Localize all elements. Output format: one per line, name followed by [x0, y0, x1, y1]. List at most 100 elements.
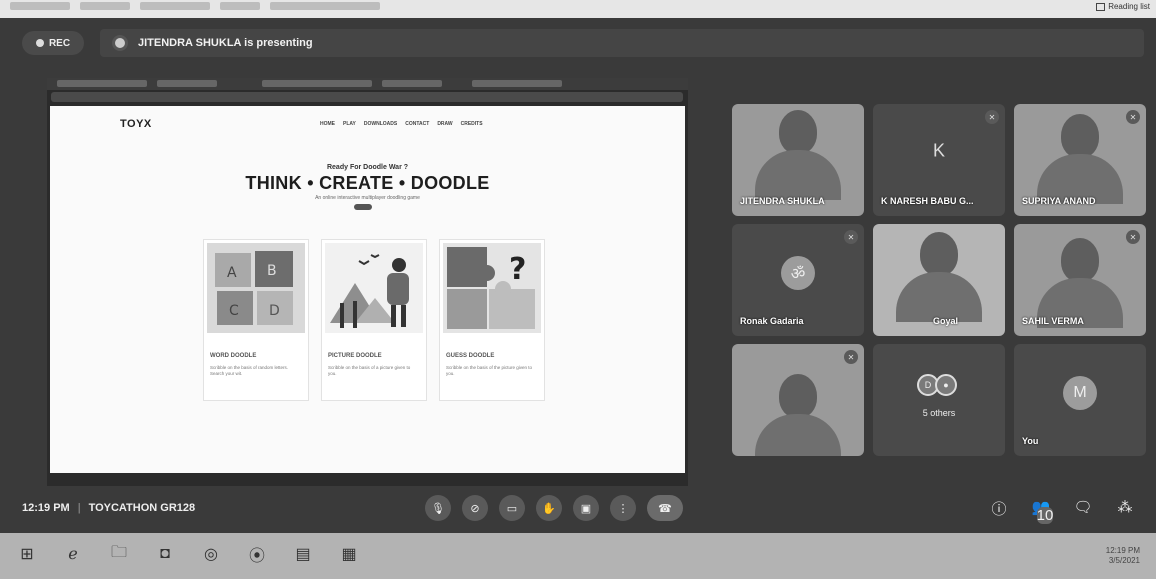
- file-explorer-icon[interactable]: 🗀: [106, 541, 132, 567]
- meeting-area: REC JITENDRA SHUKLA is presenting TOYX H…: [0, 18, 1156, 533]
- card-guess-doodle: ? GUESS DOODLE Scribble on the basis of …: [439, 239, 545, 401]
- participant-name: You: [1022, 436, 1039, 446]
- record-dot-icon: [35, 39, 44, 47]
- shared-url-bar: [51, 92, 683, 102]
- taskbar-apps: ⊞ ℯ 🗀 ◘ ◎ ⦿ ▤ ▦: [14, 541, 362, 567]
- participant-video: [1037, 114, 1123, 204]
- nav-play: PLAY: [343, 121, 356, 127]
- meeting-info: 12:19 PM | TOYCATHON GR128: [22, 502, 195, 514]
- meeting-side-actions: ⓘ 👥10 🗨 ⁂: [988, 498, 1136, 533]
- game-cards: A B C D WORD DOODLE Scribble on the basi…: [203, 239, 545, 401]
- shared-tab: [157, 80, 217, 87]
- activities-icon[interactable]: ⁂: [1114, 498, 1136, 533]
- card-desc: Scribble on the basis of the picture giv…: [446, 365, 533, 376]
- card-desc: Scribble on the basis of random letters.…: [210, 365, 289, 376]
- system-tray[interactable]: 12:19 PM 3/5/2021: [1106, 546, 1140, 566]
- svg-text:D: D: [269, 303, 280, 319]
- self-tile[interactable]: M You: [1014, 344, 1146, 456]
- card-title: PICTURE DOODLE: [328, 353, 382, 359]
- reading-list-label: Reading list: [1108, 2, 1150, 11]
- participant-tile[interactable]: ✕ ॐ Ronak Gadaria: [732, 224, 864, 336]
- participant-tile[interactable]: ✕: [732, 344, 864, 456]
- others-label: 5 others: [922, 408, 956, 418]
- microphone-icon[interactable]: 🎙: [425, 495, 451, 521]
- mic-off-icon: ✕: [844, 350, 858, 364]
- bookmark-item[interactable]: [270, 2, 380, 10]
- tray-time: 12:19 PM: [1105, 546, 1140, 555]
- participant-tile[interactable]: ✕ SUPRIYA ANAND: [1014, 104, 1146, 216]
- people-icon[interactable]: 👥10: [1030, 498, 1054, 533]
- app-icon[interactable]: ▤: [290, 541, 316, 567]
- puzzle-image: ?: [443, 243, 541, 333]
- site-headline: THINK • CREATE • DOODLE: [245, 173, 490, 193]
- more-options-icon[interactable]: ⋮: [610, 495, 636, 521]
- card-picture-doodle: PICTURE DOODLE Scribble on the basis of …: [321, 239, 427, 401]
- site-subtext: An online interactive multiplayer doodli…: [315, 195, 420, 201]
- meeting-info-separator: |: [77, 502, 81, 514]
- recording-badge: REC: [22, 31, 84, 55]
- site-tagline: Ready For Doodle War ?: [326, 164, 409, 171]
- participant-name: Goyal: [933, 316, 959, 326]
- card-title: GUESS DOODLE: [446, 353, 495, 359]
- chat-icon[interactable]: 🗨: [1072, 498, 1094, 533]
- participant-video: [755, 374, 841, 456]
- present-screen-icon[interactable]: ▣: [573, 495, 599, 521]
- raise-hand-icon[interactable]: ✋: [536, 495, 562, 521]
- meeting-control-bar: 12:19 PM | TOYCATHON GR128 🎙 ⊘ ▭ ✋ ▣ ⋮ ☎…: [0, 488, 1156, 533]
- svg-text:B: B: [267, 263, 277, 279]
- participant-tile[interactable]: ✕ K K NARESH BABU G...: [873, 104, 1005, 216]
- participant-name: JITENDRA SHUKLA: [740, 196, 825, 206]
- presenter-avatar-icon: [112, 35, 128, 51]
- captions-icon[interactable]: ▭: [499, 495, 525, 521]
- site-nav: HOME PLAY DOWNLOADS CONTACT DRAW CREDITS: [320, 121, 483, 127]
- bookmark-item[interactable]: [10, 2, 70, 10]
- mic-off-icon: ✕: [1126, 110, 1140, 124]
- internet-explorer-icon[interactable]: ℯ: [60, 541, 86, 567]
- store-icon[interactable]: ◘: [152, 541, 178, 567]
- participant-video: [755, 110, 841, 200]
- self-avatar: M: [1063, 376, 1097, 411]
- windows-start-icon[interactable]: ⊞: [14, 541, 40, 567]
- om-avatar-icon: ॐ: [781, 256, 815, 291]
- nav-home: HOME: [320, 121, 335, 127]
- toyx-website: TOYX HOME PLAY DOWNLOADS CONTACT DRAW CR…: [50, 106, 685, 473]
- chrome-icon[interactable]: ◎: [198, 541, 224, 567]
- bookmark-item[interactable]: [220, 2, 260, 10]
- participant-name: Ronak Gadaria: [740, 316, 804, 326]
- play-button: [354, 204, 372, 210]
- reading-list-button[interactable]: Reading list: [1096, 2, 1150, 11]
- letter-blocks-image: A B C D: [207, 243, 305, 333]
- shared-tab: [262, 80, 372, 87]
- card-desc: Scribble on the basis of a picture given…: [328, 365, 411, 376]
- nav-credits: CREDITS: [460, 121, 483, 127]
- svg-text:?: ?: [509, 252, 526, 287]
- participant-tile[interactable]: Goyal: [873, 224, 1005, 336]
- bookmark-item[interactable]: [80, 2, 130, 10]
- participant-video: [896, 232, 982, 322]
- excel-icon[interactable]: ▦: [336, 541, 362, 567]
- participant-tile[interactable]: JITENDRA SHUKLA: [732, 104, 864, 216]
- presenter-bar: JITENDRA SHUKLA is presenting: [100, 29, 1144, 57]
- participant-name: SUPRIYA ANAND: [1022, 196, 1096, 206]
- card-word-doodle: A B C D WORD DOODLE Scribble on the basi…: [203, 239, 309, 401]
- hang-up-icon[interactable]: ☎: [647, 495, 683, 521]
- participant-initial: K: [932, 140, 946, 161]
- presenter-text: JITENDRA SHUKLA is presenting: [138, 37, 313, 49]
- others-tile[interactable]: D ● 5 others: [873, 344, 1005, 456]
- svg-text:A: A: [227, 265, 237, 281]
- camera-off-icon[interactable]: ⊘: [462, 495, 488, 521]
- meeting-details-icon[interactable]: ⓘ: [988, 498, 1010, 533]
- reading-list-icon: [1096, 2, 1106, 11]
- participant-name: K NARESH BABU G...: [881, 196, 974, 206]
- maps-pin-icon[interactable]: ⦿: [244, 541, 270, 567]
- browser-top-strip: Reading list: [0, 0, 1156, 18]
- shared-tab: [382, 80, 442, 87]
- nav-contact: CONTACT: [405, 121, 430, 127]
- nav-draw: DRAW: [437, 121, 453, 127]
- picture-doodle-image: [325, 243, 423, 333]
- bookmark-item[interactable]: [140, 2, 210, 10]
- card-title: WORD DOODLE: [210, 353, 257, 359]
- mic-off-icon: ✕: [1126, 230, 1140, 244]
- participant-tile[interactable]: ✕ SAHIL VERMA: [1014, 224, 1146, 336]
- shared-tab: [472, 80, 562, 87]
